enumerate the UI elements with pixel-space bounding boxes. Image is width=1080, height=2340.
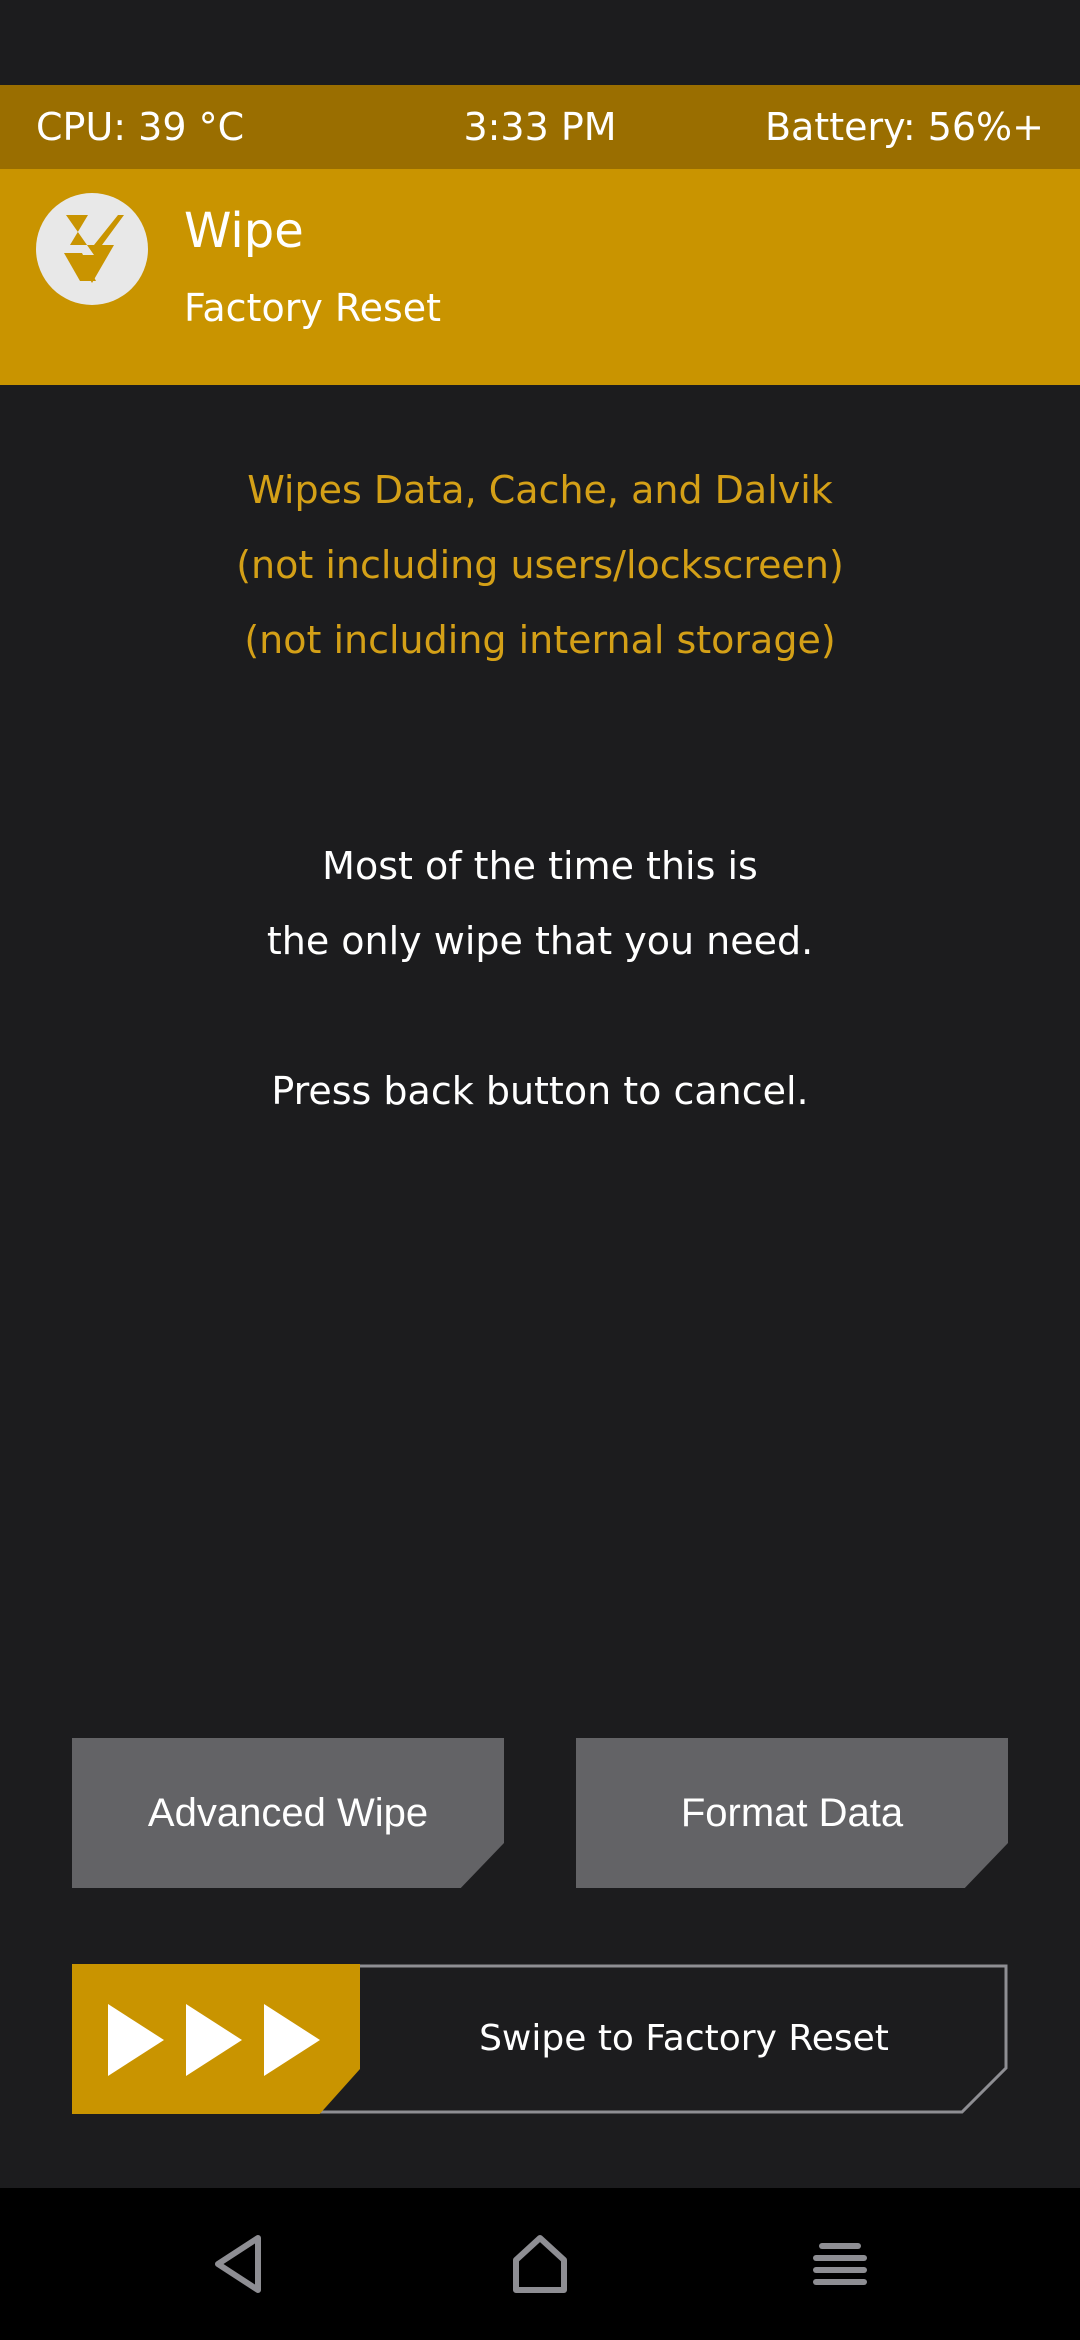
note-spacer [0, 986, 1080, 1061]
format-data-button[interactable]: Format Data [576, 1738, 1008, 1888]
info-line: (not including users/lockscreen) [236, 543, 844, 587]
info-line: (not including internal storage) [244, 618, 836, 662]
page-header: Wipe Factory Reset [0, 169, 1080, 385]
back-triangle-icon[interactable] [200, 2224, 280, 2304]
menu-icon[interactable] [800, 2224, 880, 2304]
swipe-to-factory-reset-slider[interactable]: Swipe to Factory Reset [72, 1964, 1008, 2114]
triple-arrow-icon [108, 2004, 320, 2076]
navigation-bar [0, 2188, 1080, 2340]
top-gap [0, 0, 1080, 85]
advanced-wipe-button[interactable]: Advanced Wipe [72, 1738, 504, 1888]
status-bar: CPU: 39 °C 3:33 PM Battery: 56%+ [0, 85, 1080, 169]
page-subtitle: Factory Reset [184, 286, 442, 330]
home-icon[interactable] [500, 2224, 580, 2304]
wipe-note: Most of the time this is the only wipe t… [0, 836, 1080, 1136]
page-title: Wipe [184, 203, 304, 259]
swipe-label: Swipe to Factory Reset [479, 2018, 889, 2059]
twrp-logo-icon [36, 193, 148, 305]
wipe-info: Wipes Data, Cache, and Dalvik (not inclu… [0, 460, 1080, 685]
status-battery: Battery: 56%+ [764, 105, 1044, 149]
swipe-handle[interactable] [72, 1964, 360, 2114]
info-line: Wipes Data, Cache, and Dalvik [247, 468, 833, 512]
note-line: Press back button to cancel. [271, 1069, 809, 1113]
note-line: the only wipe that you need. [266, 919, 814, 963]
note-line: Most of the time this is [322, 844, 758, 888]
